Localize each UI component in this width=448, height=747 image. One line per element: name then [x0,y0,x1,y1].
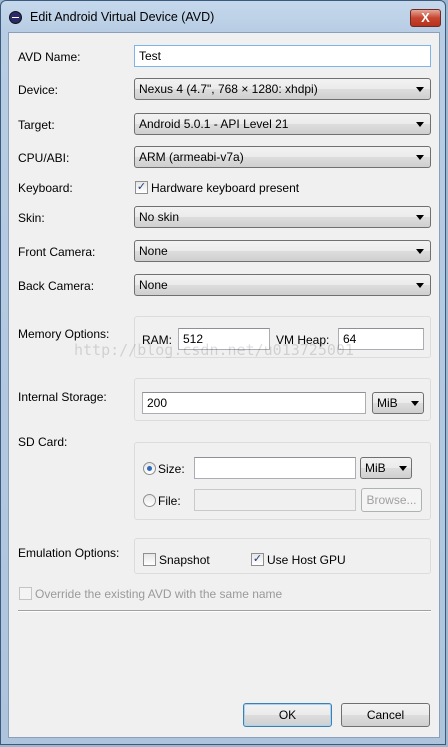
memory-options-label: Memory Options: [18,327,110,341]
sd-file-input [194,489,356,511]
ok-button[interactable]: OK [243,703,332,727]
close-button[interactable]: X [410,9,441,27]
internal-storage-group: 200 MiB [134,378,431,421]
sd-size-unit-value: MiB [365,461,386,475]
use-host-gpu-checkbox[interactable]: ✓ [251,553,264,566]
cpu-abi-select-value: ARM (armeabi-v7a) [139,150,244,164]
sd-card-group: Size: MiB File: Browse... [134,442,431,520]
skin-select[interactable]: No skin [134,206,431,228]
skin-label: Skin: [18,211,45,225]
back-camera-select[interactable]: None [134,274,431,296]
sd-size-radio[interactable] [143,462,156,475]
use-host-gpu-label[interactable]: Use Host GPU [267,553,346,567]
browse-button: Browse... [361,488,422,512]
sd-size-unit-select[interactable]: MiB [360,457,412,479]
override-checkbox [19,587,32,600]
window-title: Edit Android Virtual Device (AVD) [30,10,215,24]
separator [18,610,431,612]
hardware-keyboard-checkbox[interactable]: ✓ [135,181,148,194]
eclipse-app-icon [9,11,22,24]
dialog-content: AVD Name: Test Device: Nexus 4 (4.7", 76… [8,32,440,738]
chevron-down-icon [416,215,424,220]
target-select-value: Android 5.0.1 - API Level 21 [139,117,289,131]
internal-storage-unit-value: MiB [377,396,398,410]
chevron-down-icon [416,155,424,160]
sd-file-radio[interactable] [143,494,156,507]
cancel-button[interactable]: Cancel [341,703,430,727]
chevron-down-icon [416,249,424,254]
front-camera-select-value: None [139,244,168,258]
front-camera-label: Front Camera: [18,245,96,259]
internal-storage-label: Internal Storage: [18,390,107,404]
sd-card-label: SD Card: [18,435,68,449]
hardware-keyboard-label[interactable]: Hardware keyboard present [151,181,299,195]
watermark: http://blog.csdn.net/u013725001 [74,341,354,359]
chevron-down-icon [416,122,424,127]
chevron-down-icon [399,466,407,471]
sd-size-input[interactable] [194,457,356,479]
front-camera-select[interactable]: None [134,240,431,262]
emulation-options-label: Emulation Options: [18,546,120,560]
dialog-window: Edit Android Virtual Device (AVD) X AVD … [0,0,446,745]
skin-select-value: No skin [139,210,180,224]
sd-size-label[interactable]: Size: [158,462,185,476]
chevron-down-icon [416,283,424,288]
close-icon: X [421,10,430,25]
snapshot-label[interactable]: Snapshot [159,553,210,567]
cpu-abi-label: CPU/ABI: [18,151,70,165]
emulation-options-group: Snapshot ✓ Use Host GPU [134,538,431,574]
internal-storage-input[interactable]: 200 [142,392,366,414]
device-select-value: Nexus 4 (4.7", 768 × 1280: xhdpi) [139,82,318,96]
internal-storage-unit-select[interactable]: MiB [372,392,424,414]
avd-name-input[interactable]: Test [134,45,431,67]
keyboard-label: Keyboard: [18,181,73,195]
override-label: Override the existing AVD with the same … [35,587,283,601]
target-select[interactable]: Android 5.0.1 - API Level 21 [134,113,431,135]
target-label: Target: [18,118,55,132]
avd-name-label: AVD Name: [18,50,81,64]
snapshot-checkbox[interactable] [143,553,156,566]
chevron-down-icon [411,401,419,406]
chevron-down-icon [416,87,424,92]
back-camera-select-value: None [139,278,168,292]
device-select[interactable]: Nexus 4 (4.7", 768 × 1280: xhdpi) [134,78,431,100]
sd-file-label[interactable]: File: [158,494,181,508]
back-camera-label: Back Camera: [18,279,95,293]
radio-selected-dot [147,466,152,471]
cpu-abi-select[interactable]: ARM (armeabi-v7a) [134,146,431,168]
title-bar[interactable]: Edit Android Virtual Device (AVD) X [1,1,447,33]
device-label: Device: [18,83,59,97]
